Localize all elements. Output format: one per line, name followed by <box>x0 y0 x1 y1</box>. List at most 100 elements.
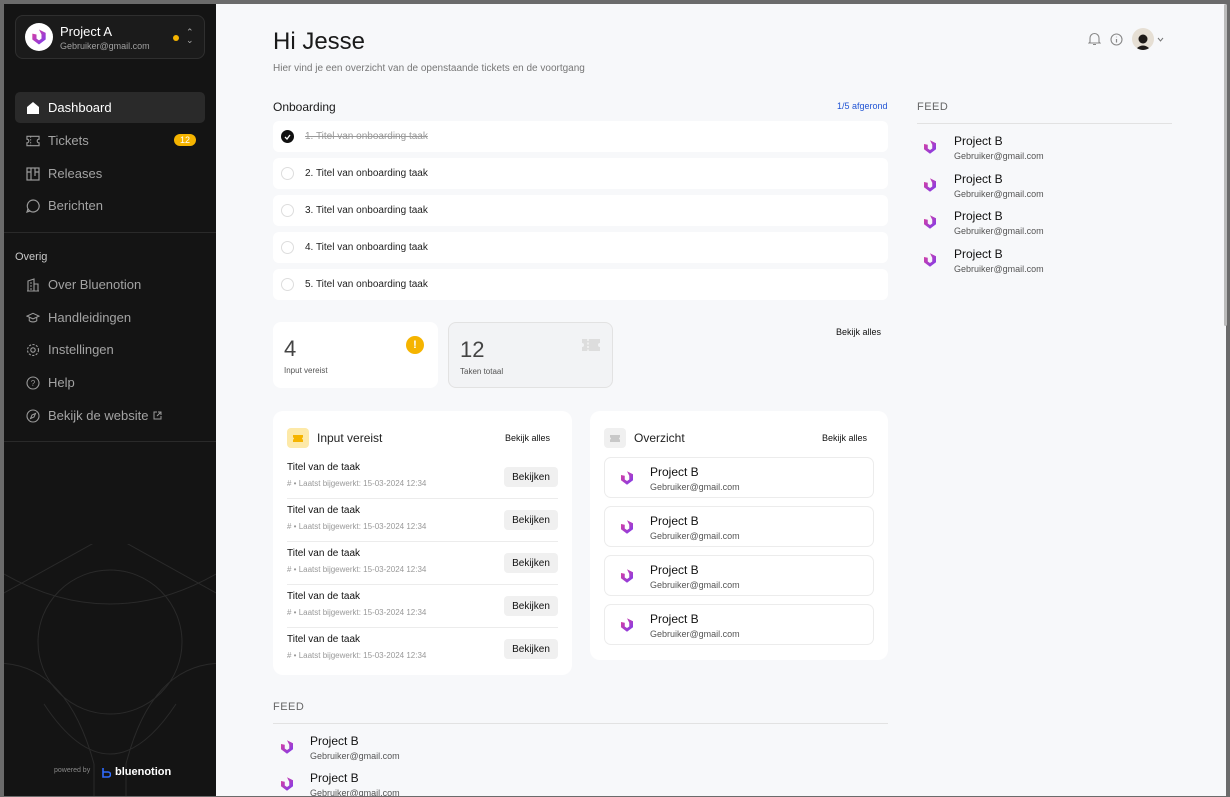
sidebar-item-label: Instellingen <box>48 342 114 357</box>
ticket-icon <box>604 428 626 448</box>
feed-item-name: Project B <box>954 247 1003 261</box>
view-button[interactable]: Bekijken <box>504 510 558 530</box>
project-email: Gebruiker@gmail.com <box>650 629 740 639</box>
bell-icon[interactable] <box>1088 32 1101 46</box>
divider <box>273 723 888 724</box>
brand-name: bluenotion <box>115 766 172 778</box>
app-window: Project A Gebruiker@gmail.com ⌃ ⌄ Dashboa… <box>4 4 1226 796</box>
task-row: Titel van de taak # • Laatst bijgewerkt:… <box>287 542 558 585</box>
feed-title: FEED <box>273 701 305 713</box>
sidebar: Project A Gebruiker@gmail.com ⌃ ⌄ Dashboa… <box>4 4 216 796</box>
onboarding-task[interactable]: 1. Titel van onboarding taak <box>273 121 888 152</box>
project-logo-icon <box>919 211 941 233</box>
stat-value: 12 <box>460 337 485 362</box>
feed-item-email: Gebruiker@gmail.com <box>954 189 1044 199</box>
task-meta: # • Laatst bijgewerkt: 15-03-2024 12:34 <box>287 651 427 660</box>
stat-label: Input vereist <box>284 366 328 375</box>
checkbox[interactable] <box>281 204 294 217</box>
feed-item-email: Gebruiker@gmail.com <box>954 151 1044 161</box>
task-meta: # • Laatst bijgewerkt: 15-03-2024 12:34 <box>287 608 427 617</box>
info-icon[interactable] <box>1110 32 1123 46</box>
overview-card: Overzicht Bekijk alles Project B Gebruik… <box>590 411 888 660</box>
avatar[interactable] <box>1132 28 1154 50</box>
scrollbar[interactable] <box>1224 4 1227 326</box>
view-all-link[interactable]: Bekijk alles <box>836 327 881 337</box>
feed-item-email: Gebruiker@gmail.com <box>310 788 400 796</box>
task-label: 5. Titel van onboarding taak <box>305 279 428 290</box>
project-card[interactable]: Project B Gebruiker@gmail.com <box>604 506 874 547</box>
divider <box>4 441 216 442</box>
onboarding-progress: 1/5 afgerond <box>837 101 888 111</box>
view-button[interactable]: Bekijken <box>504 553 558 573</box>
warning-icon: ! <box>406 336 424 354</box>
main-content: Hi Jesse Hier vind je een overzicht van … <box>216 4 1226 796</box>
graduation-cap-icon <box>26 311 40 325</box>
view-button[interactable]: Bekijken <box>504 596 558 616</box>
checkbox[interactable] <box>281 167 294 180</box>
sidebar-item-dashboard[interactable]: Dashboard <box>15 92 205 123</box>
checkbox[interactable] <box>281 278 294 291</box>
project-card[interactable]: Project B Gebruiker@gmail.com <box>604 604 874 645</box>
feed-item-name: Project B <box>310 734 359 748</box>
project-logo-icon <box>919 174 941 196</box>
sidebar-item-tickets[interactable]: Tickets 12 <box>15 125 205 156</box>
sidebar-item-instellingen[interactable]: Instellingen <box>15 334 205 365</box>
view-all-link[interactable]: Bekijk alles <box>822 433 867 443</box>
project-email: Gebruiker@gmail.com <box>60 41 150 51</box>
onboarding-task[interactable]: 3. Titel van onboarding taak <box>273 195 888 226</box>
chevron-updown-icon: ⌃ ⌄ <box>186 27 194 45</box>
project-logo-icon <box>276 736 298 758</box>
view-button[interactable]: Bekijken <box>504 639 558 659</box>
feed-item-name: Project B <box>954 209 1003 223</box>
card-header: Input vereist <box>287 428 382 448</box>
checkbox[interactable] <box>281 241 294 254</box>
sidebar-item-over-bluenotion[interactable]: Over Bluenotion <box>15 269 205 300</box>
tickets-count-badge: 12 <box>173 134 196 146</box>
sidebar-item-releases[interactable]: Releases <box>15 158 205 189</box>
stat-value: 4 <box>284 336 297 361</box>
sidebar-item-handleidingen[interactable]: Handleidingen <box>15 302 205 333</box>
sidebar-item-help[interactable]: ? Help <box>15 367 205 398</box>
bluenotion-icon <box>102 767 111 778</box>
card-title: Input vereist <box>317 431 383 445</box>
onboarding-task[interactable]: 5. Titel van onboarding taak <box>273 269 888 300</box>
top-actions <box>1088 28 1164 50</box>
stat-input-required[interactable]: 4 Input vereist ! <box>273 322 438 388</box>
task-row: Titel van de taak # • Laatst bijgewerkt:… <box>287 499 558 542</box>
project-card[interactable]: Project B Gebruiker@gmail.com <box>604 457 874 498</box>
sidebar-item-label: Help <box>48 375 75 390</box>
task-title: Titel van de taak <box>287 591 361 602</box>
ticket-icon <box>287 428 309 448</box>
building-icon <box>26 277 40 292</box>
view-all-link[interactable]: Bekijk alles <box>505 433 550 443</box>
project-logo-icon <box>616 565 638 587</box>
releases-icon <box>26 166 40 181</box>
project-logo-icon <box>276 773 298 795</box>
project-switcher[interactable]: Project A Gebruiker@gmail.com ⌃ ⌄ <box>15 15 205 59</box>
task-label: 2. Titel van onboarding taak <box>305 168 428 179</box>
sidebar-item-bekijk-website[interactable]: Bekijk de website <box>15 400 205 431</box>
task-title: Titel van de taak <box>287 505 361 516</box>
task-meta: # • Laatst bijgewerkt: 15-03-2024 12:34 <box>287 479 427 488</box>
project-logo-icon <box>616 516 638 538</box>
chevron-down-icon[interactable] <box>1157 37 1164 42</box>
check-icon[interactable] <box>281 130 294 143</box>
external-link-icon <box>153 411 162 420</box>
project-logo-icon <box>919 249 941 271</box>
onboarding-task[interactable]: 4. Titel van onboarding taak <box>273 232 888 263</box>
feed-title: FEED <box>917 101 949 113</box>
sidebar-item-berichten[interactable]: Berichten <box>15 190 205 221</box>
feed-item-name: Project B <box>954 172 1003 186</box>
project-email: Gebruiker@gmail.com <box>650 531 740 541</box>
message-icon <box>26 198 40 213</box>
onboarding-task[interactable]: 2. Titel van onboarding taak <box>273 158 888 189</box>
powered-by-label: powered by <box>54 767 91 774</box>
stat-total-tasks[interactable]: 12 Taken totaal <box>448 322 613 388</box>
task-label: 1. Titel van onboarding taak <box>305 131 428 142</box>
view-button[interactable]: Bekijken <box>504 467 558 487</box>
project-name: Project A <box>60 24 113 39</box>
svg-text:?: ? <box>31 379 36 388</box>
project-card[interactable]: Project B Gebruiker@gmail.com <box>604 555 874 596</box>
project-name: Project B <box>650 465 699 479</box>
sidebar-item-label: Bekijk de website <box>48 408 149 423</box>
